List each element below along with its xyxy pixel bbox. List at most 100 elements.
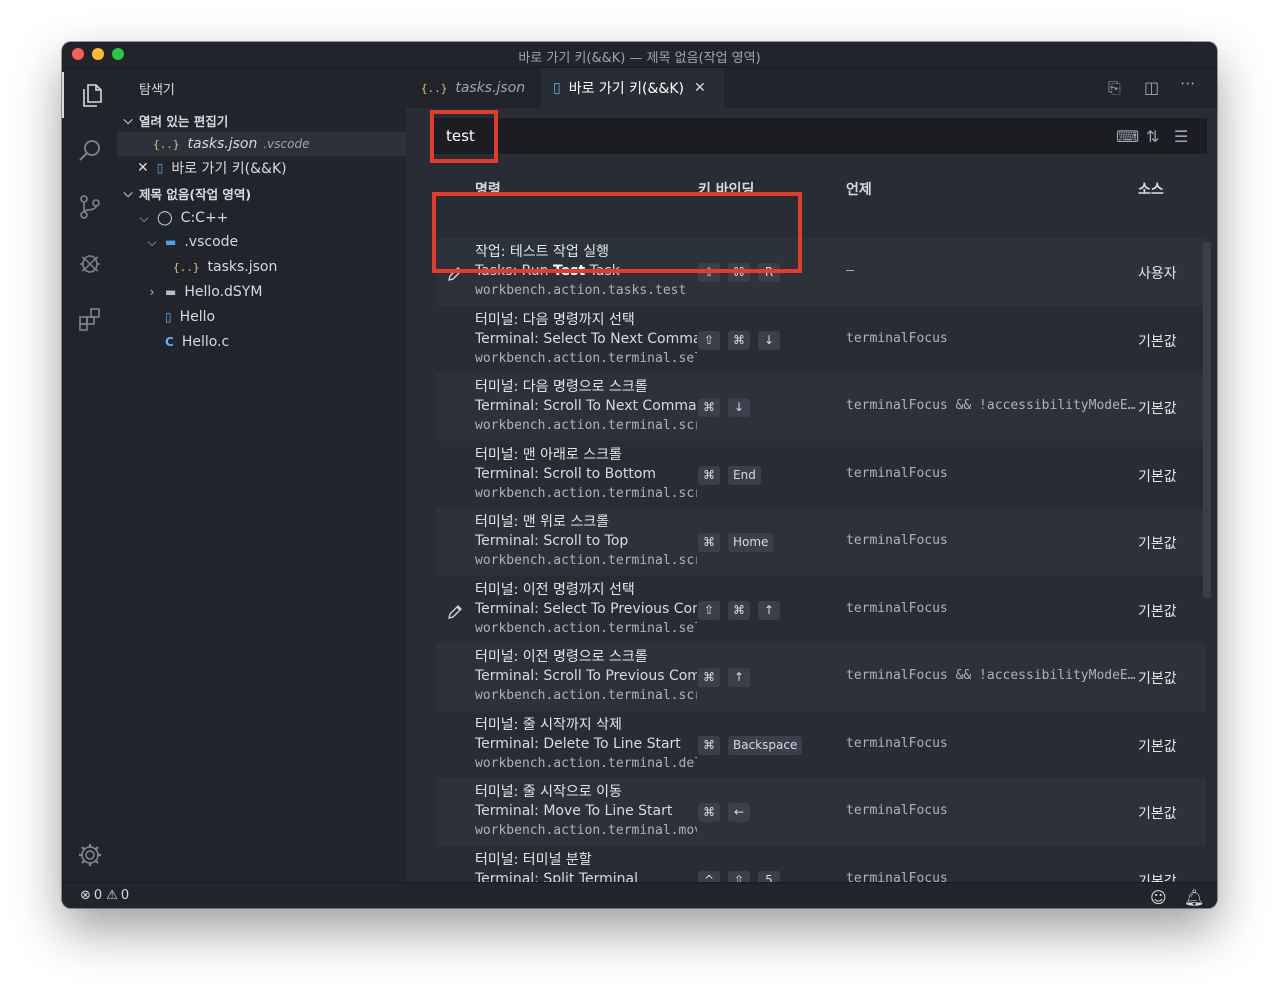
- when-clause: terminalFocus: [846, 600, 948, 616]
- section-label: 열려 있는 편집기: [139, 113, 229, 129]
- open-json-icon[interactable]: ⎘: [1108, 78, 1121, 98]
- notifications-bell-icon[interactable]: 🔔︎: [1184, 888, 1204, 907]
- command-title: Terminal: Scroll to Top: [475, 533, 629, 549]
- folder-ccpp[interactable]: ⌵ ◯ C:C++: [117, 206, 406, 230]
- close-icon[interactable]: ✕: [694, 80, 706, 96]
- explorer-activity[interactable]: [62, 72, 119, 118]
- file-hello[interactable]: ▯ Hello: [117, 305, 406, 329]
- source-label: 기본값: [1138, 536, 1177, 552]
- status-bar: ⊗ 0 ⚠ 0 ☺ 🔔︎: [62, 882, 1217, 908]
- json-file-icon: {..}: [173, 260, 200, 274]
- command-id: workbench.action.terminal.scrollToNextCo…: [475, 418, 697, 433]
- tab-tasks-json[interactable]: {..} tasks.json: [406, 68, 540, 108]
- key-cap: ⌘: [698, 803, 720, 822]
- command-title: Terminal: Scroll to Bottom: [475, 465, 657, 482]
- open-editors-section[interactable]: ⌵ 열려 있는 편집기: [117, 108, 406, 132]
- key-cap: Backspace: [728, 735, 803, 755]
- folder-hello-dsym[interactable]: › ▬ Hello.dSYM: [117, 280, 406, 304]
- split-editor-icon[interactable]: ◫: [1144, 78, 1159, 97]
- vscode-window: 바로 가기 키(&&K) — 제목 없음(작업 영역) 탐색기 ⌵ 열려 있는 …: [62, 42, 1217, 908]
- command-label: 터미널: 맨 위로 스크롤: [475, 514, 609, 530]
- when-clause: terminalFocus: [846, 533, 948, 548]
- column-when[interactable]: 언제: [846, 179, 872, 199]
- source-label: 기본값: [1138, 671, 1177, 687]
- debug-activity[interactable]: [62, 240, 117, 286]
- chevron-down-icon: ⌵: [147, 234, 157, 249]
- when-clause: terminalFocus: [846, 330, 948, 346]
- json-file-icon: {..}: [153, 137, 180, 151]
- keybinding-keys: ⇧ ⌘ ↓: [698, 330, 788, 350]
- command-id: workbench.action.tasks.test: [475, 283, 687, 298]
- folder-label: Hello.dSYM: [184, 284, 263, 300]
- search-icon: [78, 140, 100, 161]
- file-label: tasks.json: [187, 136, 258, 152]
- feedback-icon[interactable]: ☺: [1150, 888, 1167, 907]
- more-actions-icon[interactable]: ···: [1180, 74, 1195, 93]
- key-cap: ⌘: [698, 735, 720, 755]
- key-cap: ↑: [758, 600, 780, 620]
- command-id: workbench.action.terminal.deleteToLineSt…: [475, 755, 697, 771]
- search-activity[interactable]: [62, 128, 117, 174]
- clear-filter-icon[interactable]: ☰: [1174, 127, 1188, 146]
- when-clause: —: [846, 263, 854, 278]
- list-scrollbar[interactable]: [1203, 242, 1211, 598]
- key-cap: ⇧: [698, 600, 720, 620]
- section-label: 제목 없음(작업 영역): [139, 186, 252, 202]
- keybinding-row[interactable]: 터미널: 이전 명령까지 선택 Terminal: Select To Previ…: [436, 576, 1206, 644]
- column-source[interactable]: 소스: [1138, 179, 1164, 199]
- workspace-section[interactable]: ⌵ 제목 없음(작업 영역): [117, 181, 406, 205]
- pencil-icon[interactable]: [446, 603, 464, 621]
- title-bar: 바로 가기 키(&&K) — 제목 없음(작업 영역): [62, 42, 1217, 68]
- folder-icon: ▬: [165, 285, 177, 299]
- gear-icon: [78, 844, 101, 866]
- key-cap: ⌘: [728, 330, 750, 350]
- document-icon: ▯: [165, 310, 172, 324]
- command-id: workbench.action.terminal.selectToNextCo…: [475, 350, 697, 366]
- file-tasks-json[interactable]: {..} tasks.json: [117, 255, 406, 279]
- command-title: Terminal: Scroll To Previous Command: [475, 668, 697, 684]
- manage-activity[interactable]: [62, 832, 117, 878]
- keybinding-keys: ⌘ Backspace: [698, 735, 810, 755]
- command-label: 터미널: 줄 시작으로 이동: [475, 784, 622, 800]
- file-hello-c[interactable]: C Hello.c: [117, 330, 406, 354]
- extensions-activity[interactable]: [62, 296, 117, 342]
- file-description: .vscode: [263, 137, 310, 151]
- keybinding-keys: ⌘ Home: [698, 533, 781, 552]
- keybinding-row[interactable]: 터미널: 다음 명령으로 스크롤 Terminal: Scroll To Next…: [436, 373, 1206, 441]
- keybinding-keys: ⌘ End: [698, 465, 769, 485]
- command-id: workbench.action.terminal.scrollToPrevio…: [475, 688, 697, 703]
- keybinding-keys: ⇧ ⌘ ↑: [698, 600, 788, 620]
- keybinding-keys: ⌘ ↓: [698, 398, 758, 417]
- error-count: 0: [93, 888, 103, 903]
- keybinding-row[interactable]: 터미널: 맨 위로 스크롤 Terminal: Scroll to Top work…: [436, 508, 1206, 576]
- sidebar-title: 탐색기: [139, 83, 175, 98]
- keybinding-row[interactable]: 터미널: 줄 시작으로 이동 Terminal: Move To Line Sta…: [436, 778, 1206, 846]
- folder-vscode[interactable]: ⌵ ▬ .vscode: [117, 230, 406, 254]
- sort-precedence-icon[interactable]: ⇅: [1146, 127, 1159, 146]
- keyboard-icon[interactable]: ⌨: [1116, 127, 1139, 146]
- editor-area: {..} tasks.json ▯ 바로 가기 키(&&K) ✕ ⎘ ◫ ···…: [406, 68, 1217, 890]
- command-id: workbench.action.terminal.scrollToBottom: [475, 485, 697, 501]
- keybinding-keys: ⌘ ←: [698, 803, 758, 822]
- command-id: workbench.action.terminal.selectToPrevio…: [475, 620, 697, 636]
- warning-icon: ⚠: [106, 888, 118, 903]
- explorer-sidebar: 탐색기 ⌵ 열려 있는 편집기 {..} tasks.json .vscode …: [117, 68, 406, 882]
- keybinding-row[interactable]: 터미널: 맨 아래로 스크롤 Terminal: Scroll to Bottom…: [436, 441, 1206, 509]
- keybinding-row[interactable]: 터미널: 줄 시작까지 삭제 Terminal: Delete To Line S…: [436, 711, 1206, 779]
- source-label: 기본값: [1138, 603, 1177, 620]
- command-label: 터미널: 맨 아래로 스크롤: [475, 446, 622, 463]
- keybinding-row[interactable]: 터미널: 다음 명령까지 선택 Terminal: Select To Next …: [436, 306, 1206, 374]
- search-highlight-box: [430, 110, 498, 163]
- tab-keybindings[interactable]: ▯ 바로 가기 키(&&K) ✕: [541, 68, 724, 108]
- close-icon[interactable]: ✕: [137, 160, 149, 176]
- open-editor-keybindings[interactable]: ✕ ▯ 바로 가기 키(&&K): [117, 156, 406, 180]
- source-control-activity[interactable]: [62, 184, 117, 230]
- problems-status[interactable]: ⊗ 0 ⚠ 0: [80, 888, 129, 903]
- chevron-down-icon: ⌵: [139, 210, 149, 225]
- keybindings-search[interactable]: test ⌨ ⇅ ☰: [430, 118, 1207, 154]
- folder-label: C:C++: [180, 210, 229, 226]
- folder-label: .vscode: [184, 234, 239, 250]
- keybinding-row[interactable]: 터미널: 이전 명령으로 스크롤 Terminal: Scroll To Prev…: [436, 643, 1206, 711]
- open-editor-tasks-json[interactable]: {..} tasks.json .vscode: [117, 132, 406, 156]
- tab-label: tasks.json: [455, 80, 526, 96]
